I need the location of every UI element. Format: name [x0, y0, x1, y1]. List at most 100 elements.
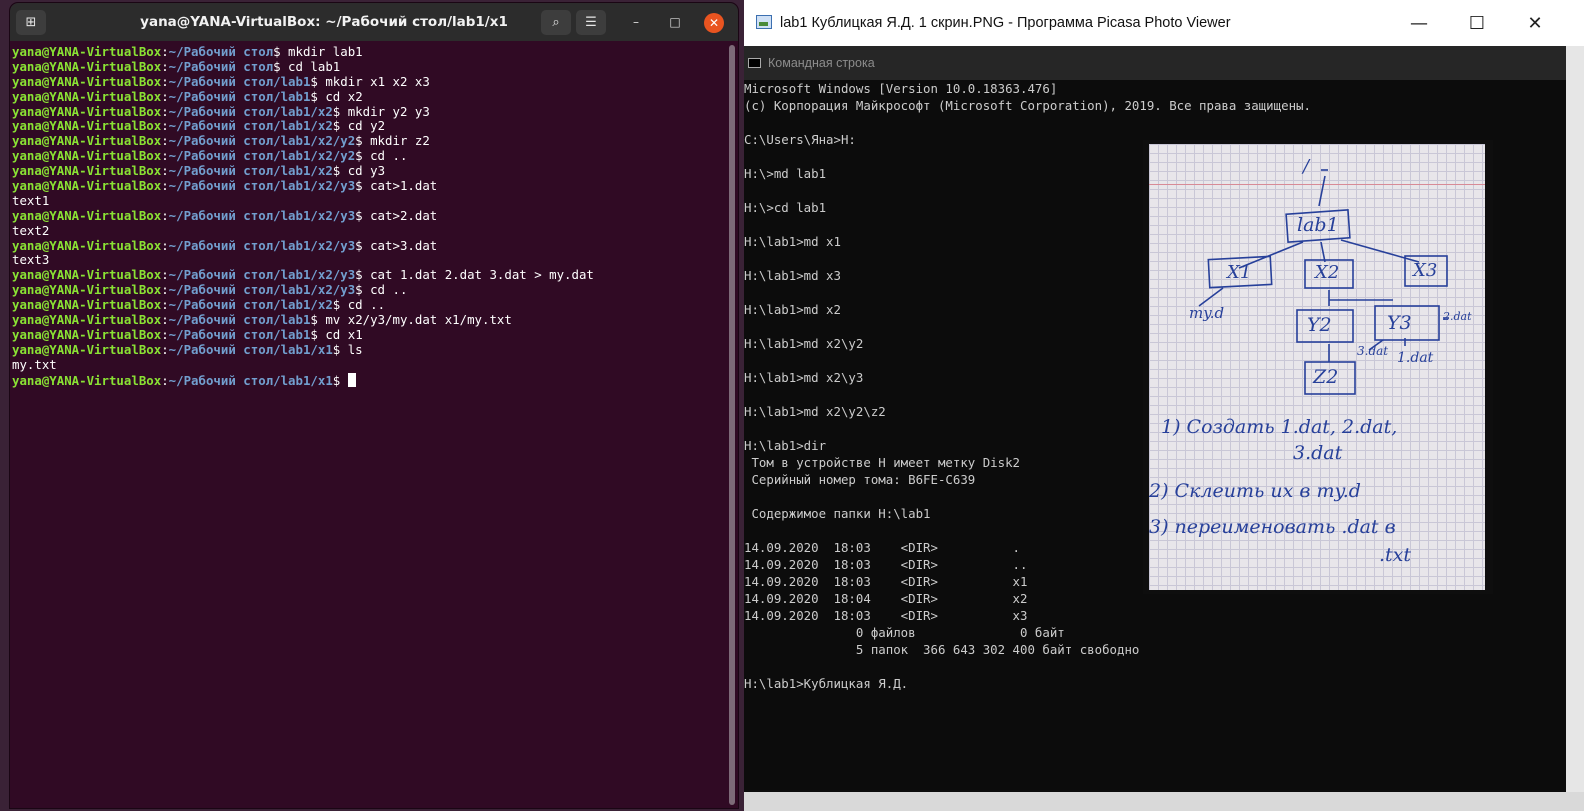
terminal-line: text1 — [12, 192, 724, 209]
prompt-colon: : — [161, 282, 169, 298]
terminal-line: yana@YANA-VirtualBox:~/Рабочий стол/lab1… — [12, 267, 724, 283]
note-x3: X3 — [1413, 260, 1438, 281]
command-text: cd .. — [362, 148, 408, 164]
cmd-line — [744, 658, 1566, 675]
command-text: cd y3 — [340, 163, 386, 179]
terminal-line: yana@YANA-VirtualBox:~/Рабочий стол/lab1… — [12, 207, 724, 224]
terminal-scrollbar[interactable] — [729, 45, 735, 805]
prompt-user: yana@YANA-VirtualBox — [12, 207, 162, 223]
picasa-scrollbar[interactable] — [1566, 46, 1584, 792]
note-x1: X1 — [1227, 262, 1252, 283]
cmd-line: 5 папок 366 643 302 400 байт свободно — [744, 642, 1140, 657]
cmd-line: 14.09.2020 18:03 <DIR> x3 — [744, 608, 1028, 623]
terminal-line: yana@YANA-VirtualBox:~/Рабочий стол/lab1… — [12, 103, 724, 120]
prompt-path: ~/Рабочий стол/lab1/x2/y3 — [168, 178, 356, 194]
notebook-photo: / lab1 X1 X2 X3 my.d Y2 Y3 2.dat 3.dat 1… — [1143, 140, 1493, 594]
prompt-path: ~/Рабочий стол/lab1/x2/y3 — [168, 207, 356, 223]
command-text — [340, 373, 347, 388]
prompt-user: yana@YANA-VirtualBox — [12, 88, 162, 104]
prompt-colon: : — [161, 88, 169, 104]
prompt-path: ~/Рабочий стол/lab1/x2 — [168, 163, 333, 179]
prompt-colon: : — [161, 341, 169, 357]
prompt-path: ~/Рабочий стол — [168, 58, 274, 74]
note-z2: Z2 — [1313, 366, 1339, 388]
prompt-dollar: $ — [273, 44, 281, 59]
prompt-path: ~/Рабочий стол/lab1/x2/y3 — [168, 237, 356, 253]
command-text: mv x2/y3/my.dat x1/my.txt — [317, 312, 512, 328]
command-text: cd .. — [362, 282, 408, 298]
picasa-title: lab1 Кублицкая Я.Д. 1 скрин.PNG - Програ… — [780, 15, 1231, 31]
prompt-path: ~/Рабочий стол/lab1 — [168, 326, 311, 342]
terminal-output[interactable]: yana@YANA-VirtualBox:~/Рабочий стол$ mkd… — [12, 44, 724, 808]
cmd-window-titlebar: Командная строка — [744, 46, 1566, 80]
terminal-line: yana@YANA-VirtualBox:~/Рабочий стол/lab1… — [12, 297, 724, 313]
hamburger-menu-icon[interactable]: ☰ — [576, 10, 606, 35]
prompt-user: yana@YANA-VirtualBox — [12, 326, 162, 342]
prompt-user: yana@YANA-VirtualBox — [12, 341, 162, 357]
minimize-icon[interactable]: — — [1390, 0, 1448, 46]
note-task-1: 1) Создать 1.dat, 2.dat, — [1161, 416, 1398, 438]
prompt-colon: : — [161, 297, 169, 313]
terminal-output-text: text1 — [12, 192, 50, 208]
prompt-user: yana@YANA-VirtualBox — [12, 312, 162, 328]
prompt-user: yana@YANA-VirtualBox — [12, 73, 162, 89]
prompt-dollar: $ — [355, 207, 363, 223]
prompt-dollar: $ — [310, 73, 318, 89]
note-2dat: 2.dat — [1443, 310, 1472, 323]
note-3dat: 3.dat — [1357, 344, 1389, 358]
prompt-path: ~/Рабочий стол/lab1/x2 — [168, 297, 333, 313]
terminal-line: yana@YANA-VirtualBox:~/Рабочий стол/lab1… — [12, 341, 724, 358]
prompt-user: yana@YANA-VirtualBox — [12, 148, 162, 164]
prompt-dollar: $ — [355, 148, 363, 164]
prompt-colon: : — [161, 326, 169, 342]
prompt-dollar: $ — [355, 267, 363, 283]
prompt-user: yana@YANA-VirtualBox — [12, 178, 162, 194]
close-icon[interactable]: ✕ — [704, 13, 724, 33]
prompt-colon: : — [161, 312, 169, 328]
close-icon[interactable]: ✕ — [1506, 0, 1564, 46]
note-myd: my.d — [1189, 304, 1225, 322]
prompt-colon: : — [161, 237, 169, 253]
terminal-window: ⊞ yana@YANA-VirtualBox: ~/Рабочий стол/l… — [10, 3, 738, 808]
maximize-icon[interactable]: ☐ — [1448, 0, 1506, 46]
command-text: cat>3.dat — [362, 237, 438, 253]
terminal-line: yana@YANA-VirtualBox:~/Рабочий стол/lab1… — [12, 119, 724, 134]
terminal-output-text: text2 — [12, 222, 50, 238]
prompt-path: ~/Рабочий стол/lab1/x1 — [168, 372, 333, 388]
terminal-line: yana@YANA-VirtualBox:~/Рабочий стол/lab1… — [12, 178, 724, 194]
prompt-user: yana@YANA-VirtualBox — [12, 372, 162, 388]
command-text: cat>1.dat — [362, 178, 438, 194]
cmd-line: 0 файлов 0 байт — [744, 625, 1065, 640]
search-icon[interactable]: ⌕ — [541, 10, 571, 35]
minimize-icon[interactable]: – — [627, 13, 645, 31]
command-text: mkdir x1 x2 x3 — [317, 73, 430, 89]
terminal-line: yana@YANA-VirtualBox:~/Рабочий стол$ cd … — [12, 58, 724, 75]
cmd-line — [744, 114, 1566, 131]
photo-view-area[interactable]: Командная строка Microsoft Windows [Vers… — [744, 46, 1566, 792]
prompt-path: ~/Рабочий стол/lab1/x2 — [168, 118, 333, 134]
prompt-path: ~/Рабочий стол/lab1 — [168, 312, 311, 328]
command-text: cd lab1 — [280, 58, 341, 74]
text-cursor — [347, 372, 356, 387]
note-task-1-cont: 3.dat — [1293, 442, 1343, 464]
prompt-dollar: $ — [273, 58, 281, 74]
terminal-output-text: text3 — [12, 252, 50, 268]
terminal-line: yana@YANA-VirtualBox:~/Рабочий стол/lab1… — [12, 88, 724, 105]
maximize-icon[interactable]: □ — [666, 13, 684, 31]
note-root: / — [1303, 156, 1310, 177]
command-text: cd x2 — [317, 88, 363, 104]
terminal-line: yana@YANA-VirtualBox:~/Рабочий стол/lab1… — [12, 73, 724, 90]
prompt-path: ~/Рабочий стол/lab1/x2/y3 — [168, 282, 356, 298]
prompt-path: ~/Рабочий стол/lab1 — [168, 88, 311, 104]
prompt-user: yana@YANA-VirtualBox — [12, 44, 162, 59]
note-1dat: 1.dat — [1397, 350, 1434, 366]
cmd-window-title: Командная строка — [768, 56, 875, 70]
prompt-colon: : — [161, 148, 169, 164]
prompt-dollar: $ — [355, 133, 363, 149]
terminal-line: my.txt — [12, 357, 724, 373]
note-task-3-cont: .txt — [1379, 544, 1412, 566]
terminal-line: text3 — [12, 253, 724, 268]
prompt-colon: : — [161, 178, 169, 194]
command-text: mkdir y2 y3 — [340, 103, 430, 119]
prompt-colon: : — [161, 58, 169, 74]
